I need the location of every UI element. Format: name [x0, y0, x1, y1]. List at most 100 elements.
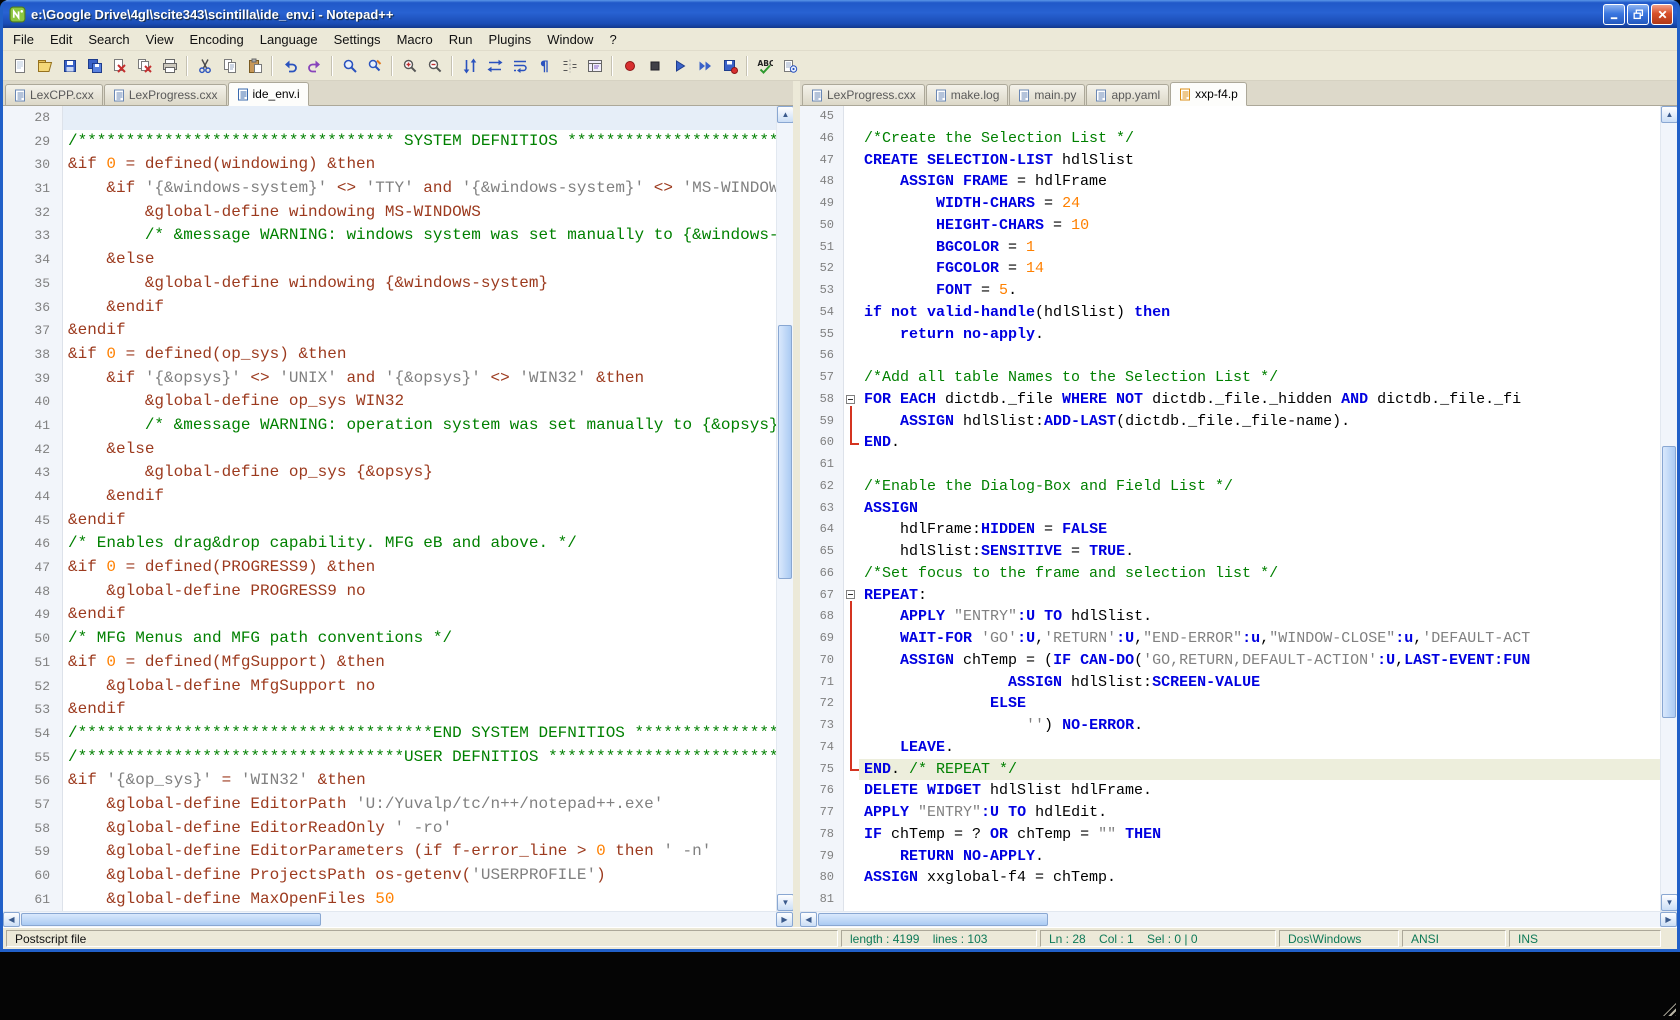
- code-line[interactable]: 30&if 0 = defined(windowing) &then: [3, 153, 776, 177]
- code-line[interactable]: 79 RETURN NO-APPLY.: [800, 846, 1660, 868]
- fold-margin[interactable]: [844, 650, 859, 672]
- code-line[interactable]: 59 ASSIGN hdlSlist:ADD-LAST(dictdb._file…: [800, 411, 1660, 433]
- code-text[interactable]: CREATE SELECTION-LIST hdlSlist: [859, 150, 1660, 172]
- code-text[interactable]: ASSIGN: [859, 498, 1660, 520]
- code-text[interactable]: &global-define EditorParameters (if f-er…: [63, 840, 776, 864]
- fold-margin[interactable]: [844, 345, 859, 367]
- code-line[interactable]: 52 &global-define MfgSupport no: [3, 675, 776, 699]
- show-all-characters-button[interactable]: ¶: [533, 54, 556, 77]
- scroll-down-arrow[interactable]: ▼: [1661, 894, 1677, 911]
- code-text[interactable]: &endif: [63, 603, 776, 627]
- menu-item-edit[interactable]: Edit: [42, 29, 80, 50]
- code-line[interactable]: 55 return no-apply.: [800, 324, 1660, 346]
- fold-margin[interactable]: [844, 693, 859, 715]
- status-eol-format[interactable]: Dos\Windows: [1279, 930, 1399, 947]
- right-code-area[interactable]: 4546/*Create the Selection List */47CREA…: [800, 106, 1660, 911]
- code-line[interactable]: 45&endif: [3, 509, 776, 533]
- code-line[interactable]: 49 WIDTH-CHARS = 24: [800, 193, 1660, 215]
- code-line[interactable]: 53&endif: [3, 698, 776, 722]
- fold-margin[interactable]: [844, 606, 859, 628]
- right-hscroll-thumb[interactable]: [818, 913, 1048, 926]
- code-text[interactable]: &else: [63, 248, 776, 272]
- scroll-right-arrow[interactable]: ▶: [776, 912, 793, 927]
- status-typing-mode[interactable]: INS: [1509, 930, 1661, 947]
- sync-vertical-scroll-button[interactable]: [458, 54, 481, 77]
- scroll-down-arrow[interactable]: ▼: [777, 894, 793, 911]
- indentation-guide-button[interactable]: [558, 54, 581, 77]
- right-vertical-scrollbar[interactable]: ▲ ▼: [1660, 106, 1677, 911]
- code-text[interactable]: BGCOLOR = 1: [859, 237, 1660, 259]
- code-text[interactable]: /*Add all table Names to the Selection L…: [859, 367, 1660, 389]
- code-line[interactable]: 73 '') NO-ERROR.: [800, 715, 1660, 737]
- zoom-in-button[interactable]: [398, 54, 421, 77]
- code-line[interactable]: 39 &if '{&opsys}' <> 'UNIX' and '{&opsys…: [3, 367, 776, 391]
- tab-xxp-f4-p[interactable]: xxp-f4.p: [1170, 82, 1247, 106]
- code-text[interactable]: /*************************************EN…: [63, 722, 776, 746]
- code-line[interactable]: 34 &else: [3, 248, 776, 272]
- code-line[interactable]: 36 &endif: [3, 296, 776, 320]
- fold-margin[interactable]: [844, 280, 859, 302]
- code-text[interactable]: WAIT-FOR 'GO':U,'RETURN':U,"END-ERROR":u…: [859, 628, 1660, 650]
- minimize-button[interactable]: [1603, 4, 1625, 25]
- menu-item-window[interactable]: Window: [539, 29, 601, 50]
- code-text[interactable]: &if 0 = defined(PROGRESS9) &then: [63, 556, 776, 580]
- fold-collapse-icon[interactable]: [846, 590, 855, 599]
- left-horizontal-scrollbar[interactable]: ◀ ▶: [3, 911, 793, 927]
- stop-recording-button[interactable]: [643, 54, 666, 77]
- fold-margin[interactable]: [844, 889, 859, 911]
- code-text[interactable]: &global-define windowing MS-WINDOWS: [63, 201, 776, 225]
- fold-margin[interactable]: [844, 171, 859, 193]
- fold-margin[interactable]: [844, 672, 859, 694]
- tab-main-py[interactable]: main.py: [1009, 84, 1085, 105]
- code-text[interactable]: &else: [63, 438, 776, 462]
- zoom-out-button[interactable]: [423, 54, 446, 77]
- run-macro-multiple-button[interactable]: [693, 54, 716, 77]
- scroll-up-arrow[interactable]: ▲: [1661, 106, 1677, 123]
- code-text[interactable]: REPEAT:: [859, 585, 1660, 607]
- code-line[interactable]: 61 &global-define MaxOpenFiles 50: [3, 888, 776, 911]
- user-defined-language-button[interactable]: [583, 54, 606, 77]
- spell-check-button[interactable]: ABC: [753, 54, 776, 77]
- code-text[interactable]: &if '{&windows-system}' <> 'TTY' and '{&…: [63, 177, 776, 201]
- fold-margin[interactable]: [844, 237, 859, 259]
- code-text[interactable]: &if '{&op_sys}' = 'WIN32' &then: [63, 769, 776, 793]
- code-line[interactable]: 64 hdlFrame:HIDDEN = FALSE: [800, 519, 1660, 541]
- scroll-up-arrow[interactable]: ▲: [777, 106, 793, 123]
- code-text[interactable]: END. /* REPEAT */: [859, 759, 1660, 781]
- code-line[interactable]: 54/*************************************…: [3, 722, 776, 746]
- save-macro-button[interactable]: [718, 54, 741, 77]
- scroll-left-arrow[interactable]: ◀: [3, 912, 20, 927]
- code-text[interactable]: &endif: [63, 485, 776, 509]
- fold-margin[interactable]: [844, 128, 859, 150]
- code-line[interactable]: 41 /* &message WARNING: operation system…: [3, 414, 776, 438]
- close-all-button[interactable]: [133, 54, 156, 77]
- status-cursor-position[interactable]: Ln : 28 Col : 1 Sel : 0 | 0: [1040, 930, 1276, 947]
- code-text[interactable]: &endif: [63, 296, 776, 320]
- code-text[interactable]: ASSIGN xxglobal-f4 = chTemp.: [859, 867, 1660, 889]
- paste-button[interactable]: [243, 54, 266, 77]
- tab-lexcpp-cxx[interactable]: LexCPP.cxx: [5, 84, 103, 105]
- right-vscroll-thumb[interactable]: [1662, 446, 1676, 718]
- menu-item-plugins[interactable]: Plugins: [481, 29, 540, 50]
- cut-button[interactable]: [193, 54, 216, 77]
- code-text[interactable]: &global-define op_sys {&opsys}: [63, 461, 776, 485]
- code-line[interactable]: 71 ASSIGN hdlSlist:SCREEN-VALUE: [800, 672, 1660, 694]
- code-line[interactable]: 42 &else: [3, 438, 776, 462]
- fold-margin[interactable]: [844, 867, 859, 889]
- code-text[interactable]: ELSE: [859, 693, 1660, 715]
- close-button[interactable]: [1651, 4, 1673, 25]
- tab-make-log[interactable]: make.log: [926, 84, 1009, 105]
- menu-item-language[interactable]: Language: [252, 29, 326, 50]
- code-text[interactable]: /* &message WARNING: windows system was …: [63, 224, 776, 248]
- code-line[interactable]: 74 LEAVE.: [800, 737, 1660, 759]
- code-line[interactable]: 37&endif: [3, 319, 776, 343]
- code-line[interactable]: 60 &global-define ProjectsPath os-getenv…: [3, 864, 776, 888]
- code-line[interactable]: 38&if 0 = defined(op_sys) &then: [3, 343, 776, 367]
- code-text[interactable]: RETURN NO-APPLY.: [859, 846, 1660, 868]
- left-code-area[interactable]: 2829/********************************* S…: [3, 106, 776, 911]
- tab-lexprogress-cxx[interactable]: LexProgress.cxx: [104, 84, 227, 105]
- code-line[interactable]: 78IF chTemp = ? OR chTemp = "" THEN: [800, 824, 1660, 846]
- left-vscroll-thumb[interactable]: [778, 325, 792, 579]
- code-text[interactable]: &if 0 = defined(windowing) &then: [63, 153, 776, 177]
- restore-button[interactable]: [1627, 4, 1649, 25]
